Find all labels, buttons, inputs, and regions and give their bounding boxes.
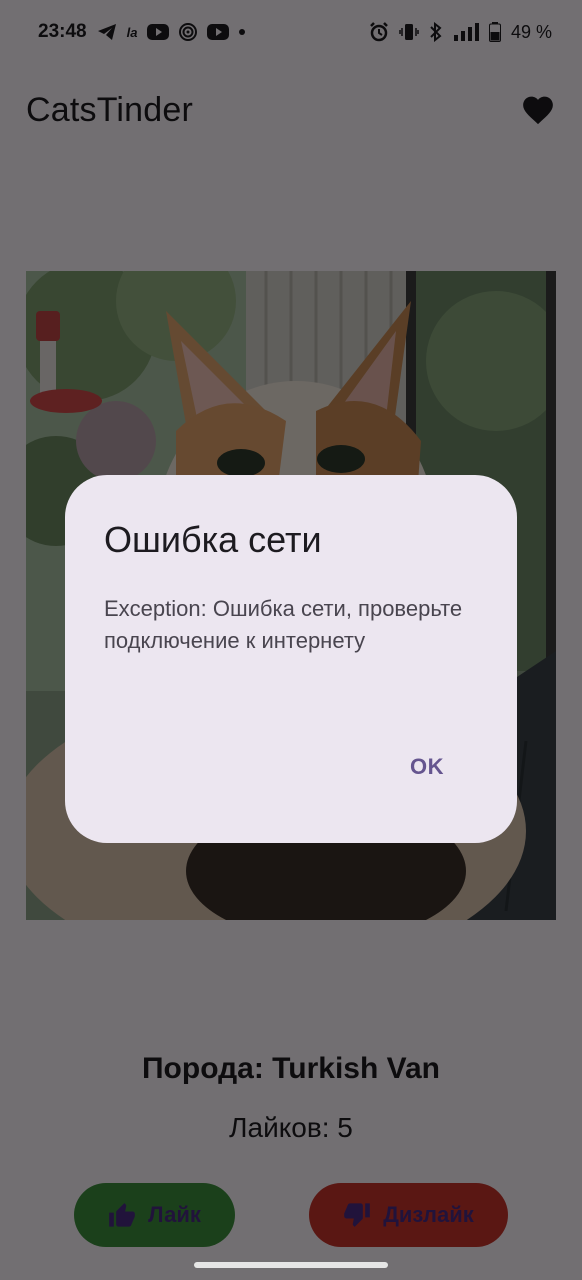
error-dialog: Ошибка сети Exception: Ошибка сети, пров… <box>65 475 517 843</box>
alarm-icon <box>369 22 389 42</box>
dialog-ok-button[interactable]: OK <box>395 745 459 789</box>
home-indicator-bar[interactable] <box>194 1262 388 1268</box>
like-button[interactable]: Лайк <box>74 1183 235 1247</box>
likes-count: Лайков: 5 <box>229 1112 353 1143</box>
battery-percent: 49 % <box>510 21 552 42</box>
status-time: 23:48 <box>38 21 87 42</box>
dislike-label: Дизлайк <box>383 1202 474 1227</box>
youtube-icon <box>207 24 230 40</box>
breed-label: Порода: Turkish Van <box>141 1052 441 1085</box>
thumbs-down-icon <box>344 1203 371 1227</box>
dialog-message: Exception: Ошибка сети, проверьте подклю… <box>104 596 463 653</box>
la-icon: la <box>126 24 138 40</box>
favorites-button[interactable] <box>516 88 560 132</box>
thumbs-up-icon <box>109 1203 135 1227</box>
app-screen: 23:48 la 49 % CatsTinder Порода: Turkish… <box>0 0 582 1280</box>
heart-icon <box>523 96 553 125</box>
status-bar-right: 49 % <box>369 22 552 43</box>
app-bar: CatsTinder <box>0 72 582 148</box>
app-title: CatsTinder <box>26 90 194 129</box>
youtube-icon <box>147 24 170 40</box>
status-bar: 23:48 la 49 % <box>0 0 582 64</box>
signal-icon <box>453 22 479 42</box>
vibrate-icon <box>399 22 419 42</box>
dialog-title: Ошибка сети <box>104 519 322 560</box>
spiral-icon <box>179 23 198 41</box>
dot-icon <box>239 29 246 35</box>
status-bar-left: 23:48 la <box>38 21 246 43</box>
dislike-button[interactable]: Дизлайк <box>309 1183 508 1247</box>
like-label: Лайк <box>148 1202 201 1227</box>
telegram-icon <box>97 23 117 41</box>
battery-icon <box>488 22 501 42</box>
bluetooth-icon <box>429 22 443 42</box>
